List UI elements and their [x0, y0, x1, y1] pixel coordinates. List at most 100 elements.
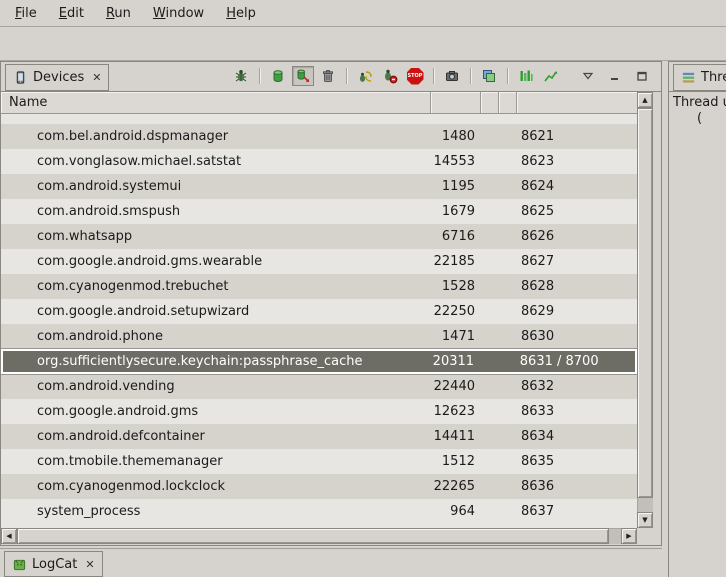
column-header-name[interactable]: Name [1, 92, 431, 114]
systrace-icon[interactable] [515, 66, 537, 86]
menu-run[interactable]: Run [95, 3, 142, 24]
process-port: 8630 [517, 329, 637, 344]
process-port: 8625 [517, 204, 637, 219]
process-pid: 22185 [431, 254, 481, 269]
tab-threads[interactable]: Threads [673, 64, 726, 91]
process-name: com.google.android.setupwizard [1, 304, 431, 319]
stop-octagon: STOP [407, 68, 424, 85]
threads-message-line1: Thread up [673, 95, 726, 111]
process-pid: 1195 [431, 179, 481, 194]
table-row[interactable]: com.bel.android.dspmanager 1480 8621 [1, 124, 637, 149]
column-header-port[interactable] [517, 92, 637, 114]
process-port: 8628 [517, 279, 637, 294]
close-icon[interactable]: ✕ [85, 558, 94, 571]
dump-hprof-icon[interactable] [292, 66, 314, 86]
tab-devices[interactable]: Devices ✕ [5, 64, 109, 91]
start-method-profiling-icon[interactable] [379, 66, 401, 86]
toolbar-separator [470, 68, 471, 84]
toolbar-separator [259, 68, 260, 84]
view-menu-icon[interactable] [577, 66, 599, 86]
process-pid: 22440 [431, 379, 481, 394]
tab-logcat[interactable]: LogCat ✕ [4, 551, 103, 577]
process-name: com.android.smspush [1, 204, 431, 219]
table-row[interactable]: com.android.defcontainer 14411 8634 [1, 424, 637, 449]
update-threads-icon[interactable] [354, 66, 376, 86]
process-pid: 1512 [431, 454, 481, 469]
process-port: 8627 [517, 254, 637, 269]
menu-window-rest: indow [165, 6, 204, 21]
horizontal-scrollbar-thumb[interactable] [17, 528, 609, 544]
partially-scrolled-row [1, 114, 637, 124]
logcat-icon [12, 557, 27, 572]
menu-help-rest: elp [236, 6, 256, 21]
table-row[interactable]: com.android.smspush 1679 8625 [1, 199, 637, 224]
screen-capture-icon[interactable] [441, 66, 463, 86]
minimize-icon[interactable] [604, 66, 626, 86]
process-pid: 1679 [431, 204, 481, 219]
table-row[interactable]: com.vonglasow.michael.satstat 14553 8623 [1, 149, 637, 174]
toolbar-separator [346, 68, 347, 84]
logcat-tab-label: LogCat [32, 557, 77, 572]
process-name: com.android.defcontainer [1, 429, 431, 444]
devices-tab-strip: Devices ✕ [1, 62, 661, 92]
toolbar-separator [433, 68, 434, 84]
menu-edit[interactable]: Edit [48, 3, 95, 24]
menu-window-mnemonic: W [153, 6, 166, 21]
column-header-blank1[interactable] [481, 92, 499, 114]
close-icon[interactable]: ✕ [92, 71, 101, 84]
maximize-icon[interactable] [631, 66, 653, 86]
vertical-scrollbar[interactable]: ▲ ▼ [637, 92, 653, 528]
capture-view-hierarchy-icon[interactable] [478, 66, 500, 86]
device-table-body: com.bel.android.dspmanager 1480 8621 com… [1, 124, 637, 524]
devices-tab-label: Devices [33, 70, 84, 85]
scroll-right-arrow[interactable]: ▶ [621, 528, 637, 544]
process-name: com.android.systemui [1, 179, 431, 194]
table-row[interactable]: com.cyanogenmod.trebuchet 1528 8628 [1, 274, 637, 299]
table-row[interactable]: com.google.android.gms 12623 8633 [1, 399, 637, 424]
menu-window[interactable]: Window [142, 3, 215, 24]
table-row[interactable]: system_process 964 8637 [1, 499, 637, 524]
menu-run-rest: un [114, 6, 130, 21]
menu-file[interactable]: File [4, 3, 48, 24]
table-row[interactable]: com.android.phone 1471 8630 [1, 324, 637, 349]
process-pid: 14553 [431, 154, 481, 169]
table-row[interactable]: com.google.android.setupwizard 22250 862… [1, 299, 637, 324]
menu-edit-rest: dit [67, 6, 84, 21]
scroll-left-arrow[interactable]: ◀ [1, 528, 17, 544]
threads-view: Threads Thread up ( [668, 61, 726, 577]
stop-process-icon[interactable]: STOP [404, 66, 426, 86]
cause-gc-icon[interactable] [317, 66, 339, 86]
process-name: org.sufficientlysecure.keychain:passphra… [3, 354, 430, 369]
horizontal-scrollbar[interactable]: ◀ ▶ [1, 528, 637, 544]
process-name: com.google.android.gms [1, 404, 431, 419]
process-port: 8633 [517, 404, 637, 419]
process-port: 8632 [517, 379, 637, 394]
update-heap-icon[interactable] [267, 66, 289, 86]
table-row[interactable]: com.android.vending 22440 8632 [1, 374, 637, 399]
process-port: 8634 [517, 429, 637, 444]
menu-help[interactable]: Help [215, 3, 267, 24]
process-port: 8626 [517, 229, 637, 244]
process-pid: 20311 [430, 354, 480, 369]
scroll-up-arrow[interactable]: ▲ [637, 92, 653, 108]
main-toolbar [0, 27, 726, 61]
process-pid: 1528 [431, 279, 481, 294]
stop-label: STOP [408, 73, 423, 79]
menu-file-rest: ile [22, 6, 37, 21]
table-row[interactable]: com.cyanogenmod.lockclock 22265 8636 [1, 474, 637, 499]
column-header-pid[interactable] [431, 92, 481, 114]
table-row[interactable]: org.sufficientlysecure.keychain:passphra… [1, 349, 637, 374]
column-header-blank2[interactable] [499, 92, 517, 114]
process-pid: 14411 [431, 429, 481, 444]
start-opengl-trace-icon[interactable] [540, 66, 562, 86]
debug-process-icon[interactable] [230, 66, 252, 86]
table-row[interactable]: com.whatsapp 6716 8626 [1, 224, 637, 249]
table-row[interactable]: com.tmobile.thememanager 1512 8635 [1, 449, 637, 474]
table-row[interactable]: com.android.systemui 1195 8624 [1, 174, 637, 199]
threads-message: Thread up ( [669, 92, 726, 127]
process-name: com.android.vending [1, 379, 431, 394]
vertical-scrollbar-thumb[interactable] [637, 108, 653, 498]
process-port: 8621 [517, 129, 637, 144]
scroll-down-arrow[interactable]: ▼ [637, 512, 653, 528]
table-row[interactable]: com.google.android.gms.wearable 22185 86… [1, 249, 637, 274]
